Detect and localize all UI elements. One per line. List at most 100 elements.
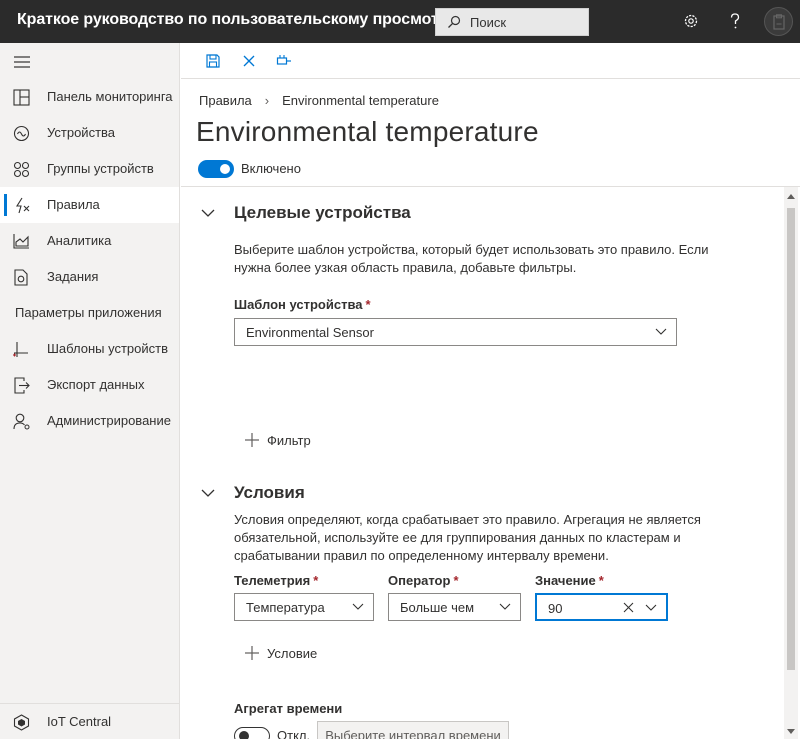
device-template-dropdown[interactable]: Environmental Sensor xyxy=(234,318,677,346)
scrollbar-thumb[interactable] xyxy=(787,208,795,670)
main-content: Правила › Environmental temperature Enviro… xyxy=(181,43,800,739)
chevron-down-icon xyxy=(655,328,667,335)
sidebar-item-label: Экспорт данных xyxy=(47,377,145,392)
time-aggregation-state: Откл. xyxy=(277,728,311,739)
chevron-down-icon xyxy=(499,603,511,610)
search-placeholder: Поиск xyxy=(470,15,507,30)
sidebar-item-rules[interactable]: Правила xyxy=(0,187,179,223)
required-marker: * xyxy=(365,297,371,312)
add-filter-button[interactable]: Фильтр xyxy=(245,429,325,453)
conditions-description: Условия определяют, когда срабатывает эт… xyxy=(234,512,701,563)
administration-icon xyxy=(13,413,30,430)
value-label: Значение * xyxy=(535,573,604,588)
breadcrumb-root[interactable]: Правила xyxy=(199,93,252,108)
scroll-down-icon[interactable] xyxy=(787,729,795,735)
telemetry-label: Телеметрия * xyxy=(234,573,318,588)
sidebar-item-administration[interactable]: Администрирование xyxy=(0,403,179,439)
chevron-down-icon[interactable] xyxy=(201,208,215,218)
toggle-knob xyxy=(220,164,230,174)
plus-icon xyxy=(245,646,259,660)
sidebar-item-analytics[interactable]: Аналитика xyxy=(0,223,179,259)
chevron-right-icon: › xyxy=(264,93,270,108)
device-template-value: Environmental Sensor xyxy=(246,325,374,340)
data-export-icon xyxy=(14,377,30,394)
sidebar-item-data-export[interactable]: Экспорт данных xyxy=(0,367,179,403)
user-avatar[interactable] xyxy=(764,7,793,36)
sidebar-item-iot-central[interactable]: IoT Central xyxy=(0,703,179,739)
analytics-icon xyxy=(13,234,29,249)
enabled-label: Включено xyxy=(241,161,301,176)
select-time-interval-button[interactable]: Выберите интервал времени xyxy=(317,721,509,739)
rules-icon xyxy=(16,197,30,214)
section-title-conditions: Условия xyxy=(234,483,305,502)
section-title-target-devices: Целевые устройства xyxy=(234,203,411,222)
hamburger-menu-icon[interactable] xyxy=(14,56,30,68)
breadcrumb-current: Environmental temperature xyxy=(282,93,439,108)
test-rule-icon[interactable] xyxy=(276,53,292,69)
sidebar-item-device-templates[interactable]: Шаблоны устройств xyxy=(0,331,179,367)
add-condition-label: Условие xyxy=(267,646,318,661)
required-marker: * xyxy=(598,573,604,588)
top-bar: Краткое руководство по пользовательскому… xyxy=(0,0,800,43)
sidebar-item-label: Устройства xyxy=(47,125,116,140)
clear-icon[interactable] xyxy=(623,602,634,613)
sidebar-item-devices[interactable]: Устройства xyxy=(0,115,179,151)
devices-icon xyxy=(13,125,30,142)
dashboard-icon xyxy=(13,89,30,106)
active-indicator xyxy=(4,194,7,216)
chevron-down-icon xyxy=(352,603,364,610)
sidebar: Панель мониторинга Устройства Группы уст… xyxy=(0,43,180,739)
page-title: Environmental temperature xyxy=(196,116,539,147)
app-title[interactable]: Краткое руководство по пользовательскому… xyxy=(17,11,457,29)
save-icon[interactable] xyxy=(205,53,221,69)
sidebar-item-label: IoT Central xyxy=(47,714,112,729)
toggle-knob xyxy=(239,731,249,739)
chevron-down-icon[interactable] xyxy=(201,488,215,498)
breadcrumb: Правила › Environmental temperature xyxy=(199,93,439,108)
gear-icon[interactable] xyxy=(680,10,702,32)
target-devices-description: Выберите шаблон устройства, который буде… xyxy=(234,242,709,275)
chevron-down-icon[interactable] xyxy=(645,604,657,612)
value-combobox[interactable]: 90 xyxy=(535,593,668,621)
telemetry-label-text: Телеметрия xyxy=(234,573,311,588)
sidebar-section-app-settings: Параметры приложения xyxy=(15,305,162,320)
sidebar-item-label: Правила xyxy=(47,197,100,212)
telemetry-value: Температура xyxy=(246,600,325,615)
sidebar-item-dashboard[interactable]: Панель мониторинга xyxy=(0,79,179,115)
sidebar-item-label: Аналитика xyxy=(47,233,112,248)
cancel-icon[interactable] xyxy=(241,53,257,69)
sidebar-item-label: Администрирование xyxy=(47,413,171,428)
device-template-label: Шаблон устройства * xyxy=(234,297,371,312)
device-template-label-text: Шаблон устройства xyxy=(234,297,363,312)
enabled-toggle[interactable] xyxy=(198,160,234,178)
plus-icon xyxy=(245,433,259,447)
sidebar-item-label: Шаблоны устройств xyxy=(47,341,168,356)
operator-label: Оператор * xyxy=(388,573,459,588)
sidebar-item-label: Задания xyxy=(47,269,99,284)
required-marker: * xyxy=(453,573,459,588)
sidebar-item-label: Панель мониторинга xyxy=(47,89,173,104)
time-aggregation-label: Агрегат времени xyxy=(234,701,343,716)
value-label-text: Значение xyxy=(535,573,596,588)
jobs-icon xyxy=(14,269,28,286)
device-templates-icon xyxy=(13,342,28,357)
time-aggregation-toggle[interactable] xyxy=(234,727,270,739)
search-box[interactable]: Поиск xyxy=(435,8,589,36)
telemetry-dropdown[interactable]: Температура xyxy=(234,593,374,621)
device-groups-icon xyxy=(13,161,30,178)
value-input[interactable]: 90 xyxy=(548,601,562,616)
required-marker: * xyxy=(313,573,319,588)
sidebar-item-device-groups[interactable]: Группы устройств xyxy=(0,151,179,187)
search-icon xyxy=(448,15,461,28)
operator-dropdown[interactable]: Больше чем xyxy=(388,593,521,621)
iot-central-icon xyxy=(13,714,30,731)
sidebar-item-label: Группы устройств xyxy=(47,161,154,176)
help-icon[interactable] xyxy=(724,10,746,32)
operator-label-text: Оператор xyxy=(388,573,451,588)
add-filter-label: Фильтр xyxy=(267,433,311,448)
scroll-up-icon[interactable] xyxy=(787,193,795,199)
add-condition-button[interactable]: Условие xyxy=(245,642,335,666)
clipboard-icon xyxy=(773,14,785,30)
toolbar xyxy=(181,43,800,79)
sidebar-item-jobs[interactable]: Задания xyxy=(0,259,179,295)
